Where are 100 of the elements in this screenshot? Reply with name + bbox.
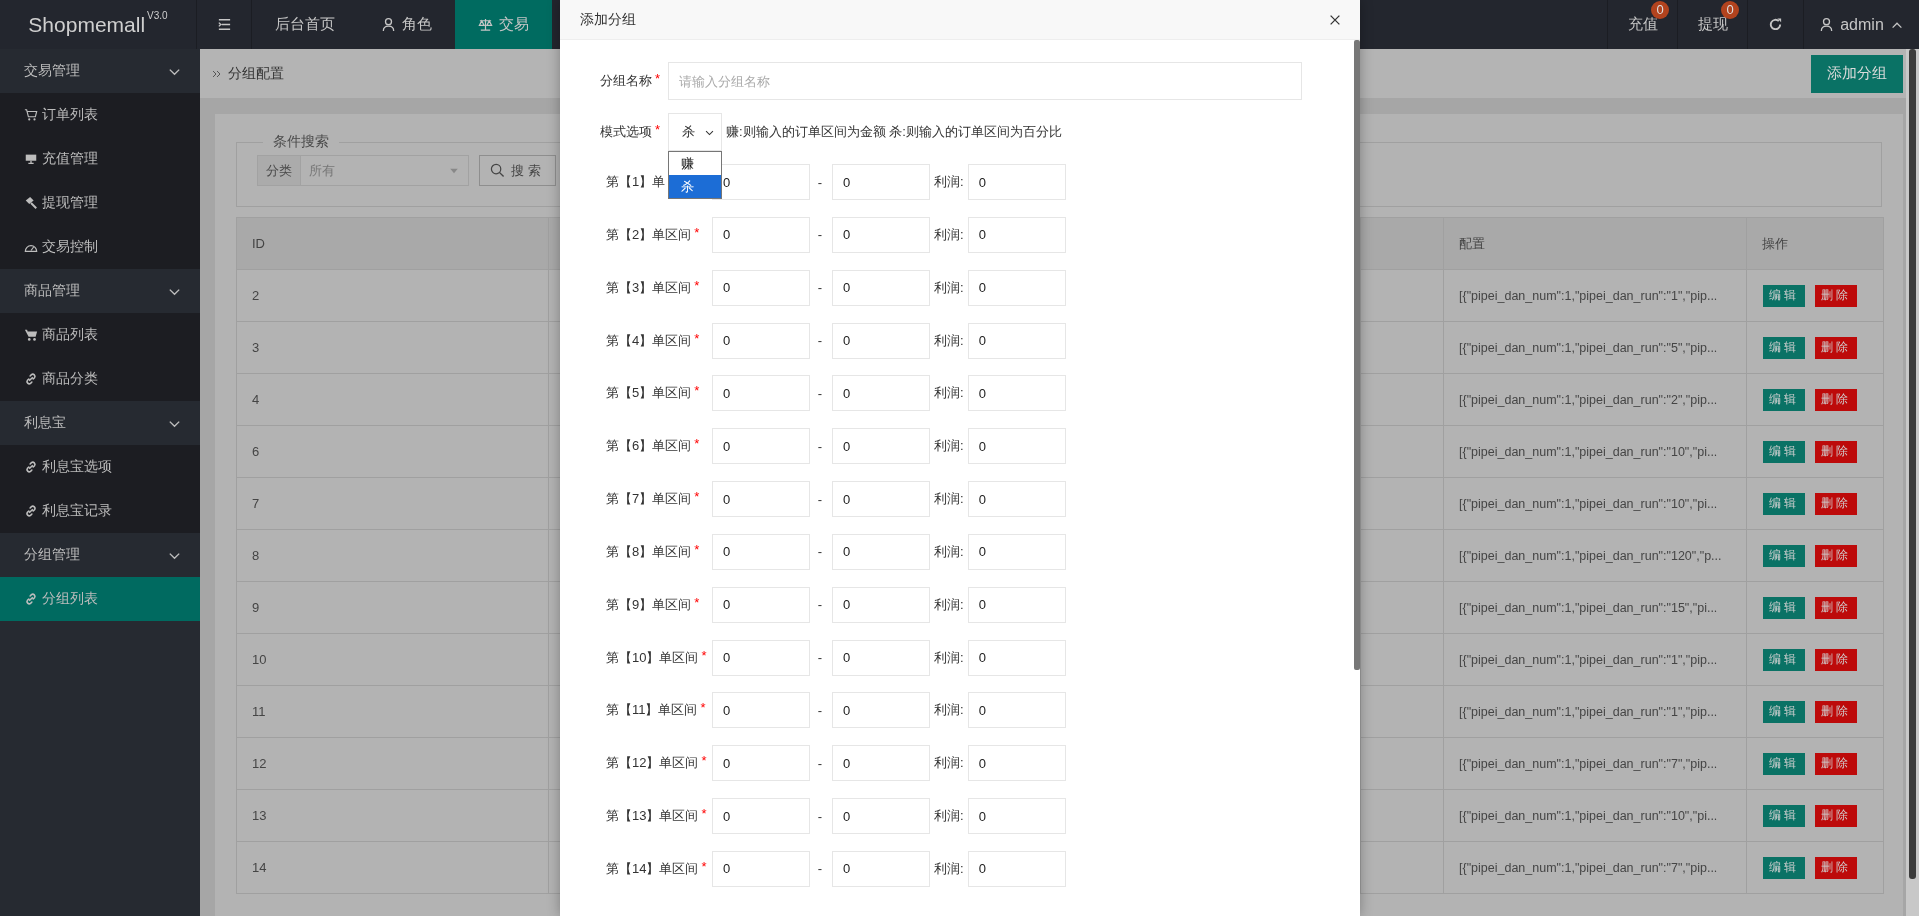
input-field[interactable]: 0 bbox=[967, 798, 1066, 835]
input-field[interactable]: 0 bbox=[832, 586, 930, 623]
dropdown-option[interactable]: 杀 bbox=[669, 175, 721, 198]
input-field[interactable]: 0 bbox=[712, 533, 810, 570]
input-field[interactable]: 0 bbox=[712, 269, 810, 306]
range-separator: - bbox=[816, 438, 824, 454]
input-field[interactable]: 0 bbox=[712, 375, 810, 412]
required-mark: * bbox=[694, 542, 700, 556]
category-select[interactable]: 分类 所有 bbox=[257, 155, 469, 186]
edit-button[interactable]: 编辑 bbox=[1763, 596, 1805, 619]
scrollbar[interactable] bbox=[1906, 49, 1919, 916]
input-field[interactable]: 0 bbox=[712, 798, 810, 835]
nav-tab[interactable]: 角色 bbox=[358, 0, 455, 49]
input-field[interactable]: 0 bbox=[712, 850, 810, 887]
edit-button[interactable]: 编辑 bbox=[1763, 544, 1805, 567]
field-label: 第【1】单 bbox=[606, 173, 666, 191]
input-field[interactable]: 0 bbox=[832, 269, 930, 306]
input-field[interactable]: 0 bbox=[832, 375, 930, 412]
edit-button[interactable]: 编辑 bbox=[1763, 492, 1805, 515]
input-field[interactable]: 0 bbox=[832, 850, 930, 887]
edit-button[interactable]: 编辑 bbox=[1763, 648, 1805, 671]
sidebar-item[interactable]: 分组列表 bbox=[0, 577, 200, 621]
input-field[interactable]: 0 bbox=[832, 533, 930, 570]
delete-button[interactable]: 删除 bbox=[1815, 856, 1857, 879]
input-field[interactable]: 0 bbox=[967, 850, 1066, 887]
input-field[interactable]: 0 bbox=[832, 428, 930, 465]
input-field[interactable]: 0 bbox=[967, 586, 1066, 623]
input-field[interactable]: 0 bbox=[712, 322, 810, 359]
delete-button[interactable]: 删除 bbox=[1815, 336, 1857, 359]
delete-button[interactable]: 删除 bbox=[1815, 804, 1857, 827]
input-field[interactable]: 0 bbox=[967, 428, 1066, 465]
delete-button[interactable]: 删除 bbox=[1815, 648, 1857, 671]
input-field[interactable]: 0 bbox=[712, 481, 810, 518]
required-mark: * bbox=[701, 807, 707, 821]
input-field[interactable]: 0 bbox=[967, 639, 1066, 676]
input-field[interactable]: 0 bbox=[967, 533, 1066, 570]
delete-button[interactable]: 删除 bbox=[1815, 752, 1857, 775]
input-field[interactable]: 0 bbox=[967, 164, 1066, 200]
input-field[interactable]: 0 bbox=[967, 216, 1066, 253]
input-field[interactable]: 0 bbox=[832, 164, 930, 200]
input-field[interactable]: 0 bbox=[832, 322, 930, 359]
search-button[interactable]: 搜索 bbox=[479, 155, 556, 186]
mode-select[interactable]: 杀 bbox=[668, 113, 722, 151]
input-field[interactable]: 0 bbox=[832, 798, 930, 835]
input-field[interactable]: 0 bbox=[832, 745, 930, 782]
input-field[interactable]: 0 bbox=[712, 428, 810, 465]
sidebar-item[interactable]: 订单列表 bbox=[0, 93, 200, 137]
sidebar-item[interactable]: 利息宝记录 bbox=[0, 489, 200, 533]
sidebar-item[interactable]: 充值管理 bbox=[0, 137, 200, 181]
delete-button[interactable]: 删除 bbox=[1815, 492, 1857, 515]
edit-button[interactable]: 编辑 bbox=[1763, 388, 1805, 411]
delete-button[interactable]: 删除 bbox=[1815, 440, 1857, 463]
table-cell: [{"pipei_dan_num":1,"pipei_dan_run":"120","p... bbox=[1443, 529, 1747, 582]
delete-button[interactable]: 删除 bbox=[1815, 596, 1857, 619]
breadcrumb: 分组配置 bbox=[228, 64, 284, 83]
delete-button[interactable]: 删除 bbox=[1815, 284, 1857, 307]
sidebar-item[interactable]: 提现管理 bbox=[0, 181, 200, 225]
input-field[interactable]: 0 bbox=[967, 692, 1066, 729]
input-field[interactable]: 0 bbox=[967, 481, 1066, 518]
input-field[interactable]: 0 bbox=[832, 216, 930, 253]
sidebar-item[interactable]: 商品列表 bbox=[0, 313, 200, 357]
sidebar-item[interactable]: 商品分类 bbox=[0, 357, 200, 401]
sidebar-item[interactable]: 利息宝选项 bbox=[0, 445, 200, 489]
sidebar-item[interactable]: 交易控制 bbox=[0, 225, 200, 269]
input-field[interactable]: 0 bbox=[967, 269, 1066, 306]
input-field[interactable]: 0 bbox=[712, 692, 810, 729]
nav-tab[interactable]: 后台首页 bbox=[252, 0, 358, 49]
edit-button[interactable]: 编辑 bbox=[1763, 700, 1805, 723]
field-label: 利润: bbox=[934, 437, 964, 456]
edit-button[interactable]: 编辑 bbox=[1763, 752, 1805, 775]
input-field[interactable]: 0 bbox=[967, 375, 1066, 412]
input-field[interactable]: 0 bbox=[832, 639, 930, 676]
input-field[interactable]: 0 bbox=[712, 586, 810, 623]
menu-icon bbox=[216, 17, 232, 32]
delete-button[interactable]: 删除 bbox=[1815, 544, 1857, 567]
input-field[interactable]: 0 bbox=[712, 745, 810, 782]
input-field[interactable]: 0 bbox=[712, 639, 810, 676]
nav-tab[interactable]: 交易 bbox=[455, 0, 552, 49]
field-label: 第【14】单区间 bbox=[606, 859, 699, 878]
input-field[interactable]: 0 bbox=[832, 692, 930, 729]
refresh-icon bbox=[1768, 17, 1783, 32]
input-field[interactable]: 0 bbox=[967, 322, 1066, 359]
link-icon bbox=[24, 372, 38, 386]
input-field[interactable]: 0 bbox=[967, 745, 1066, 782]
range-separator: - bbox=[816, 544, 824, 560]
edit-button[interactable]: 编辑 bbox=[1763, 440, 1805, 463]
add-group-button[interactable]: 添加分组 bbox=[1811, 54, 1903, 93]
input-field[interactable]: 0 bbox=[712, 216, 810, 253]
edit-button[interactable]: 编辑 bbox=[1763, 856, 1805, 879]
table-cell: 4 bbox=[236, 373, 549, 426]
edit-button[interactable]: 编辑 bbox=[1763, 804, 1805, 827]
field-label: 模式选项 bbox=[599, 123, 652, 141]
scrollbar[interactable] bbox=[1354, 40, 1360, 916]
edit-button[interactable]: 编辑 bbox=[1763, 336, 1805, 359]
table-cell: [{"pipei_dan_num":1,"pipei_dan_run":"1","pip... bbox=[1443, 633, 1747, 686]
delete-button[interactable]: 删除 bbox=[1815, 388, 1857, 411]
delete-button[interactable]: 删除 bbox=[1815, 700, 1857, 723]
input-field[interactable]: 0 bbox=[832, 481, 930, 518]
input-field[interactable]: 请输入分组名称 bbox=[668, 62, 1302, 100]
edit-button[interactable]: 编辑 bbox=[1763, 284, 1805, 307]
